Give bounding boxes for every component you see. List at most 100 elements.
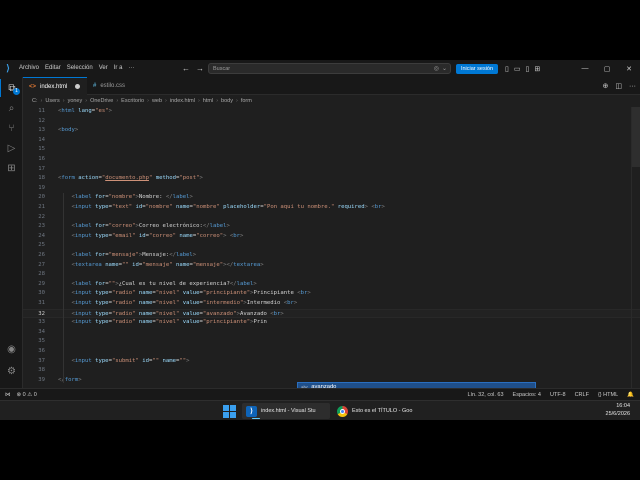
language-mode[interactable]: {} HTML	[598, 392, 618, 398]
open-preview-icon[interactable]: ⊕	[603, 82, 609, 90]
code-line[interactable]: 17	[23, 165, 640, 175]
code-line[interactable]: 35	[23, 337, 640, 347]
code-line[interactable]: 13 <body>	[23, 126, 640, 136]
toggle-secondary-sidebar-icon[interactable]: ▯	[525, 65, 529, 73]
system-clock[interactable]: 16:04 25/6/2026	[606, 403, 630, 418]
tab-index-html[interactable]: <> index.html	[23, 77, 87, 95]
clock-time: 16:04	[616, 403, 630, 409]
search-icon[interactable]: ⌕	[0, 99, 23, 117]
source-control-icon[interactable]: ⑂	[0, 119, 23, 137]
code-token: label	[209, 223, 227, 230]
code-line[interactable]: 33 <input type="radio" name="nivel" valu…	[23, 318, 640, 328]
forward-arrow-icon[interactable]: →	[196, 64, 204, 73]
breadcrumb-item[interactable]: index.html	[170, 98, 195, 104]
copilot-icon[interactable]: ◎	[434, 65, 439, 72]
editor-scrollbar[interactable]	[632, 107, 640, 167]
taskbar-app-label: Esto es el TÍTULO - Goo	[352, 408, 413, 414]
cursor-position[interactable]: Lín. 32, col. 63	[467, 392, 503, 398]
code-line[interactable]: 12	[23, 117, 640, 127]
code-token: value	[182, 300, 200, 306]
menu-item[interactable]: ···	[125, 60, 137, 77]
code-line[interactable]: 25	[23, 241, 640, 251]
breadcrumb-item[interactable]: body	[221, 98, 233, 104]
code-line[interactable]: 14	[23, 136, 640, 146]
code-token: textarea	[74, 261, 102, 268]
breadcrumb-item[interactable]: html	[203, 98, 213, 104]
code-line[interactable]: 27 <textarea name="" id="mensaje" name="…	[23, 261, 640, 271]
split-editor-icon[interactable]: ◫	[615, 82, 622, 90]
taskbar-app-vscode[interactable]: ⟩ index.html - Visual Stu	[242, 403, 330, 419]
code-token: "principiante"	[202, 319, 251, 326]
code-line[interactable]: 28	[23, 270, 640, 280]
problems-indicator[interactable]: ⊗ 0 ⚠ 0	[17, 392, 37, 398]
code-line[interactable]: 30 <input type="radio" name="nivel" valu…	[23, 289, 640, 299]
code-line[interactable]: 20 <label for="nombre">Nombre: </label>	[23, 193, 640, 203]
breadcrumb-item[interactable]: Users	[45, 98, 59, 104]
explorer-icon[interactable]: ⧉	[0, 79, 23, 97]
command-center-search[interactable]: Buscar ◎ ⌄	[208, 63, 451, 74]
close-icon[interactable]: ✕	[618, 65, 640, 73]
code-line[interactable]: 19	[23, 184, 640, 194]
breadcrumb-item[interactable]: form	[241, 98, 252, 104]
code-line[interactable]: 24 <input type="email" id="correo" name=…	[23, 232, 640, 242]
breadcrumb-item[interactable]: yoney	[68, 98, 83, 104]
settings-gear-icon[interactable]: ⚙	[0, 362, 23, 380]
menu-item[interactable]: Editar	[42, 60, 64, 77]
chevron-right-icon: ›	[165, 98, 167, 104]
code-line[interactable]: 23 <label for="correo">Correo electrónic…	[23, 222, 640, 232]
line-number: 31	[38, 300, 45, 306]
unsaved-dot-icon[interactable]	[75, 84, 81, 89]
accounts-icon[interactable]: ◉	[0, 340, 23, 358]
remote-icon[interactable]: ⋈	[5, 392, 11, 398]
code-line[interactable]: 34	[23, 328, 640, 338]
encoding[interactable]: UTF-8	[550, 392, 566, 398]
menu-item[interactable]: Selección	[64, 60, 96, 77]
line-ending[interactable]: CRLF	[575, 392, 589, 398]
code-line[interactable]: 26 <label for="mensaje">Mensaje:</label>	[23, 251, 640, 261]
menu-item[interactable]: Ir a	[111, 60, 126, 77]
code-line[interactable]: 16	[23, 155, 640, 165]
code-token: "radio"	[111, 319, 136, 326]
breadcrumb-item[interactable]: OneDrive	[90, 98, 113, 104]
breadcrumb-item[interactable]: web	[152, 98, 162, 104]
notifications-bell-icon[interactable]: 🔔	[627, 392, 634, 398]
breadcrumb-item[interactable]: C:	[32, 98, 38, 104]
code-line[interactable]: 22	[23, 213, 640, 223]
menu-item[interactable]: Ver	[96, 60, 111, 77]
editor-actions: ⊕ ◫ ···	[603, 77, 637, 95]
code-line[interactable]: 31 <input type="radio" name="nivel" valu…	[23, 299, 640, 309]
line-number: 24	[38, 232, 45, 239]
tab-estilo-css[interactable]: # estilo.css	[87, 77, 147, 95]
code-line[interactable]: 15	[23, 145, 640, 155]
windows-start-icon[interactable]	[222, 404, 236, 418]
code-line[interactable]: 11 <html lang="es">	[23, 107, 640, 117]
code-editor[interactable]: 39 </form> 38 37 <input type="submit" id=""…	[23, 107, 640, 388]
indentation[interactable]: Espacios: 4	[513, 392, 541, 398]
back-arrow-icon[interactable]: ←	[182, 64, 190, 73]
code-line[interactable]: 36	[23, 347, 640, 357]
code-token: "nivel"	[155, 300, 180, 306]
code-line[interactable]: 21 <input type="text" id="nombre" name="…	[23, 203, 640, 213]
code-line[interactable]: 29 <label for="">¿Cual es tu nivel de ex…	[23, 280, 640, 290]
run-debug-icon[interactable]: ▷	[0, 139, 23, 157]
code-line[interactable]: 38	[23, 366, 640, 376]
more-actions-icon[interactable]: ···	[629, 83, 636, 90]
menu-item[interactable]: Archivo	[16, 60, 42, 77]
breadcrumb-item[interactable]: Escritorio	[121, 98, 144, 104]
extensions-icon[interactable]: ⊞	[0, 159, 23, 177]
code-token: name	[138, 310, 153, 317]
code-line[interactable]: 32 <input type="radio" name="nivel" valu…	[23, 308, 640, 319]
chevron-down-icon[interactable]: ⌄	[442, 65, 447, 72]
toggle-sidebar-icon[interactable]: ▯	[505, 65, 509, 73]
sign-in-button[interactable]: Iniciar sesión	[456, 64, 498, 74]
toggle-panel-icon[interactable]: ▭	[514, 65, 521, 73]
line-number: 20	[38, 194, 45, 201]
code-token: type	[95, 357, 109, 364]
minimize-icon[interactable]: —	[574, 65, 596, 72]
taskbar-app-chrome[interactable]: Esto es el TÍTULO - Goo	[333, 403, 419, 419]
maximize-icon[interactable]: ▢	[596, 65, 618, 73]
customize-layout-icon[interactable]: ⊞	[534, 65, 540, 73]
code-line[interactable]: 37 <input type="submit" id="" name="">	[23, 357, 640, 367]
code-line[interactable]: 18 <form action="documento.php" method="p…	[23, 174, 640, 184]
